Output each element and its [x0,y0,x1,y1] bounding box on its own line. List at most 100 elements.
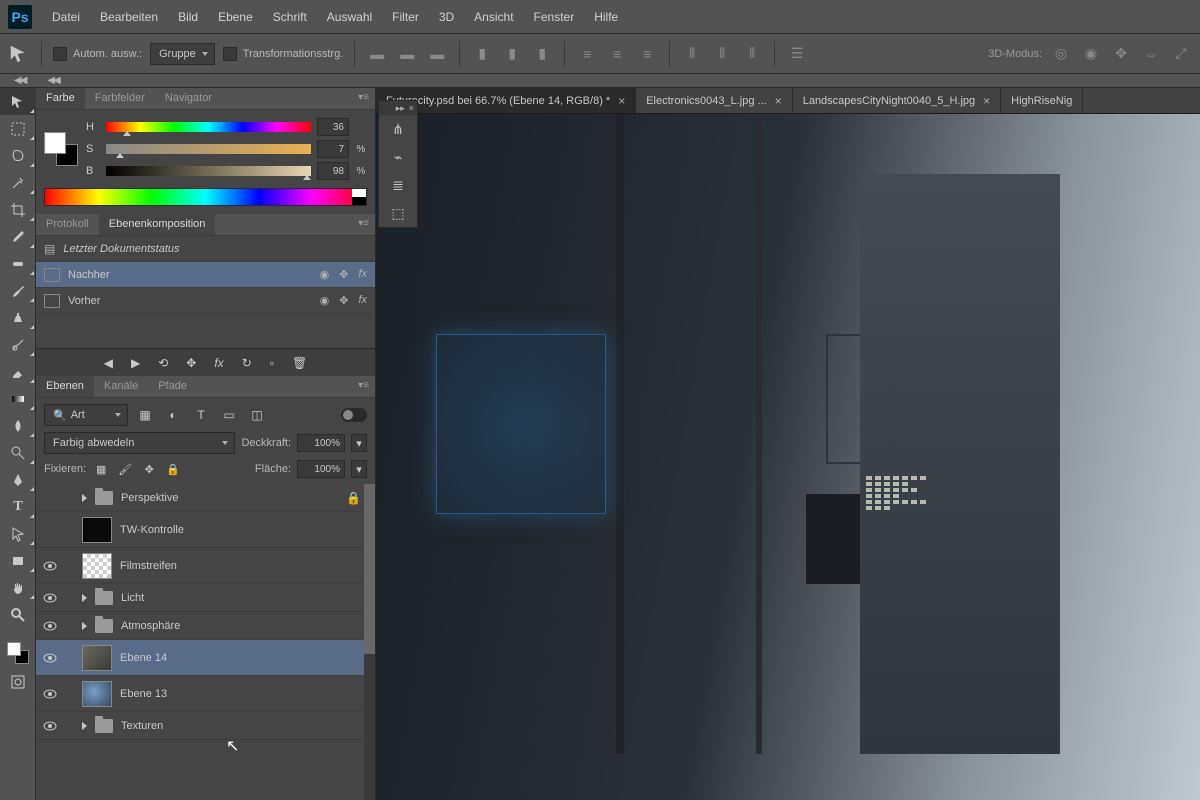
comp-apply-icon[interactable] [44,268,60,282]
group-disclosure-icon[interactable] [82,722,87,730]
next-comp-icon[interactable]: ▶ [131,356,140,370]
scrollbar-thumb[interactable] [364,484,375,654]
3d-slide-icon[interactable]: ⇔ [1140,43,1162,65]
document-canvas[interactable] [376,114,1200,800]
close-tab-icon[interactable]: × [618,94,625,108]
distribute-bottom-icon[interactable]: ≡ [636,43,658,65]
update-pos-icon[interactable]: ✥ [186,356,196,370]
layer-visibility[interactable] [36,621,64,631]
spectrum-ramp[interactable] [44,188,367,206]
bri-slider[interactable] [106,166,311,176]
layer-group-licht[interactable]: Licht [36,584,375,612]
auto-select-dropdown[interactable]: Gruppe [150,43,215,65]
brush-settings-icon[interactable]: ⌁ [379,143,417,171]
menu-fenster[interactable]: Fenster [524,3,585,31]
doc-tab-highrise[interactable]: HighRiseNig [1001,88,1083,113]
tab-pfade[interactable]: Pfade [148,376,197,397]
sat-slider[interactable] [106,144,311,154]
menu-schrift[interactable]: Schrift [263,3,317,31]
3d-roll-icon[interactable]: ◉ [1080,43,1102,65]
lock-all-icon[interactable]: 🔒 [164,461,182,477]
layer-filter-dropdown[interactable]: 🔍Art [44,404,128,426]
quick-mask-toggle[interactable] [0,668,36,695]
history-brush-tool[interactable] [0,331,36,358]
filter-shape-icon[interactable]: ▭ [218,405,240,425]
transform-controls-checkbox[interactable]: Transformationsstrg. [223,47,343,61]
group-disclosure-icon[interactable] [82,622,87,630]
brush-style-icon[interactable]: ≣ [379,171,417,199]
bri-input[interactable]: 98 [317,162,349,180]
floating-tool-panel[interactable]: ▸▸ × ⋔ ⌁ ≣ ⬚ [378,100,418,228]
blur-tool[interactable] [0,412,36,439]
fill-flyout-icon[interactable]: ▾ [351,460,367,478]
3d-panel-icon[interactable]: ⬚ [379,199,417,227]
layer-group-perspektive[interactable]: Perspektive 🔒 [36,484,375,512]
hue-slider[interactable] [106,122,311,132]
brush-tool[interactable] [0,277,36,304]
distribute-right-icon[interactable]: ⦀ [741,43,763,65]
collapse-left-icon[interactable]: ◀◀ [14,75,25,86]
doc-status-row[interactable]: ▤ Letzter Dokumentstatus [36,236,375,262]
brush-preset-icon[interactable]: ⋔ [379,115,417,143]
eyedropper-tool[interactable] [0,223,36,250]
close-icon[interactable]: × [409,103,414,113]
type-tool[interactable]: T [0,493,36,520]
fg-bg-color-swatch[interactable] [7,642,29,664]
collapse-icon[interactable]: ▸▸ [396,103,405,114]
update-comp-icon[interactable]: ⟲ [158,356,168,370]
lock-position-icon[interactable]: ✥ [140,461,158,477]
new-comp-icon[interactable]: ▫ [270,356,274,370]
doc-tab-landscapes[interactable]: LandscapesCityNight0040_5_H.jpg × [793,88,1001,113]
color-fg-bg-swatch[interactable] [44,132,78,166]
crop-tool[interactable] [0,196,36,223]
layer-tw-kontrolle[interactable]: TW-Kontrolle [36,512,375,548]
layer-visibility[interactable] [36,593,64,603]
distribute-top-icon[interactable]: ≡ [576,43,598,65]
tab-navigator[interactable]: Navigator [155,88,222,109]
group-disclosure-icon[interactable] [82,594,87,602]
menu-filter[interactable]: Filter [382,3,429,31]
layer-group-atmosphaere[interactable]: Atmosphäre [36,612,375,640]
lock-transparent-icon[interactable]: ▦ [92,461,110,477]
filter-pixel-icon[interactable]: ▦ [134,405,156,425]
lasso-tool[interactable] [0,142,36,169]
doc-tab-electronics[interactable]: Electronics0043_L.jpg ... × [636,88,792,113]
eraser-tool[interactable] [0,358,36,385]
filter-toggle[interactable] [341,408,367,422]
menu-datei[interactable]: Datei [42,3,90,31]
menu-ebene[interactable]: Ebene [208,3,263,31]
tab-ebenen[interactable]: Ebenen [36,376,94,397]
align-top-icon[interactable]: ▬ [366,43,388,65]
menu-hilfe[interactable]: Hilfe [584,3,628,31]
update-fx-icon[interactable]: fx [214,356,223,370]
healing-brush-tool[interactable] [0,250,36,277]
filter-adjust-icon[interactable]: ◐ [162,405,184,425]
panel-menu-icon[interactable]: ▾≡ [358,92,369,103]
3d-pan-icon[interactable]: ✥ [1110,43,1132,65]
hand-tool[interactable] [0,574,36,601]
panel-menu-icon[interactable]: ▾≡ [358,380,369,391]
align-right-icon[interactable]: ▮ [531,43,553,65]
align-vcenter-icon[interactable]: ▬ [396,43,418,65]
sync-comp-icon[interactable]: ↻ [242,356,252,370]
menu-ansicht[interactable]: Ansicht [464,3,523,31]
lock-image-icon[interactable]: 🖌 [116,461,134,477]
group-disclosure-icon[interactable] [82,494,87,502]
layer-filmstreifen[interactable]: Filmstreifen [36,548,375,584]
tab-protokoll[interactable]: Protokoll [36,214,99,235]
move-tool[interactable] [0,88,36,115]
layer-visibility[interactable] [36,689,64,699]
tab-ebenenkomposition[interactable]: Ebenenkomposition [99,214,216,235]
sat-input[interactable]: 7 [317,140,349,158]
3d-scale-icon[interactable]: ⤢ [1170,43,1192,65]
rectangle-tool[interactable] [0,547,36,574]
distribute-vcenter-icon[interactable]: ≡ [606,43,628,65]
collapse-panels-icon[interactable]: ◀◀ [47,75,58,86]
zoom-tool[interactable] [0,601,36,628]
menu-3d[interactable]: 3D [429,3,464,31]
opacity-flyout-icon[interactable]: ▾ [351,434,367,452]
dodge-tool[interactable] [0,439,36,466]
layer-ebene-14[interactable]: Ebene 14 [36,640,375,676]
path-select-tool[interactable] [0,520,36,547]
3d-orbit-icon[interactable]: ◎ [1050,43,1072,65]
